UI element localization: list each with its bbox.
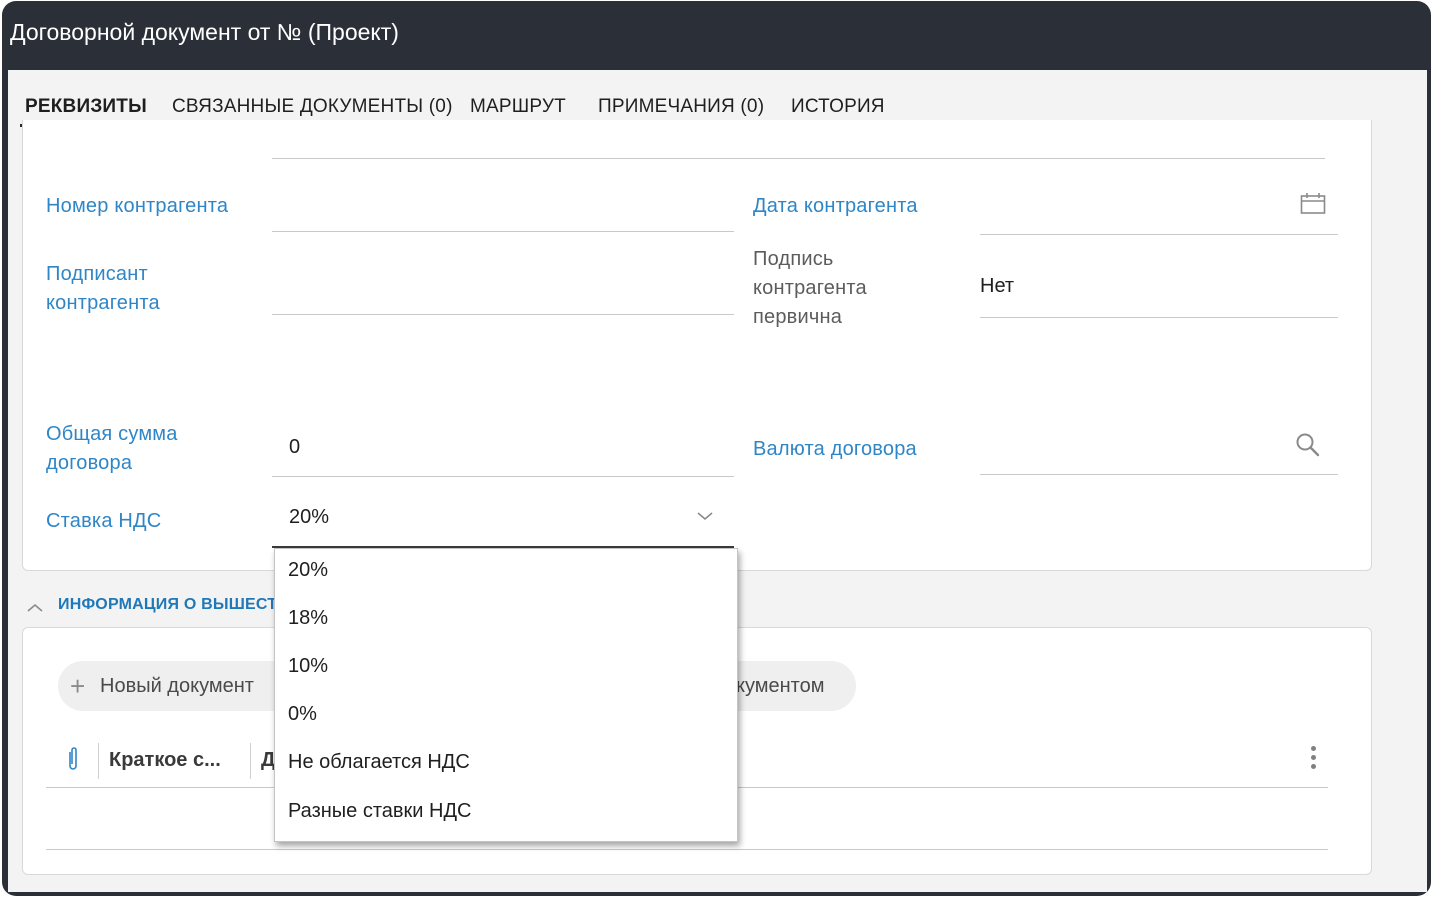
vat-rate-selected-value[interactable]: 20% — [289, 506, 329, 529]
app-window: Договорной документ от № (Проект) РЕКВИЗ… — [2, 1, 1431, 896]
document-content: РЕКВИЗИТЫ СВЯЗАННЫЕ ДОКУМЕНТЫ (0) МАРШРУ… — [8, 70, 1427, 892]
table-bottom-divider — [46, 849, 1328, 850]
vat-option-20[interactable]: 20% — [288, 559, 328, 582]
tab-history[interactable]: ИСТОРИЯ — [791, 96, 885, 118]
total-amount-label: Общая сумма договора — [46, 423, 178, 474]
calendar-icon[interactable] — [1300, 192, 1326, 216]
tab-notes[interactable]: ПРИМЕЧАНИЯ (0) — [598, 96, 764, 118]
field-underline-previous — [272, 158, 1325, 159]
window-title: Договорной документ от № (Проект) — [10, 19, 399, 45]
secondary-document-label: кументом — [736, 675, 825, 697]
counterparty-signer-label: Подписант контрагента — [46, 263, 160, 314]
column-separator — [98, 743, 99, 779]
column-header-short-content[interactable]: Краткое с... — [109, 749, 221, 772]
counterparty-signature-primary-value: Нет — [980, 275, 1015, 297]
paperclip-icon[interactable] — [66, 746, 80, 774]
total-amount-input[interactable] — [272, 476, 734, 477]
counterparty-number-input[interactable] — [272, 231, 734, 232]
new-document-button[interactable]: + Новый документ — [58, 661, 298, 711]
vat-rate-dropdown: 20% 18% 10% 0% Не облагается НДС Разные … — [274, 548, 738, 842]
vat-rate-label: Ставка НДС — [46, 510, 162, 532]
vat-option-18[interactable]: 18% — [288, 607, 328, 630]
counterparty-date-input[interactable] — [980, 234, 1338, 235]
vat-option-0[interactable]: 0% — [288, 703, 317, 726]
total-amount-value[interactable]: 0 — [289, 436, 300, 459]
requisites-card — [22, 120, 1372, 571]
counterparty-number-label: Номер контрагента — [46, 195, 229, 217]
contract-currency-label: Валюта договора — [753, 438, 917, 460]
vat-option-mixed[interactable]: Разные ставки НДС — [288, 800, 471, 823]
tab-requisites[interactable]: РЕКВИЗИТЫ — [25, 96, 147, 118]
counterparty-signer-input[interactable] — [272, 314, 734, 315]
contract-currency-input[interactable] — [980, 474, 1338, 475]
more-options-icon[interactable] — [1311, 746, 1317, 773]
counterparty-date-label: Дата контрагента — [753, 195, 918, 217]
counterparty-signature-primary-field — [980, 317, 1338, 318]
plus-icon: + — [70, 671, 86, 701]
counterparty-signature-primary-label: Подпись контрагента первична — [753, 248, 867, 328]
column-separator — [250, 743, 251, 779]
chevron-down-icon[interactable] — [696, 510, 714, 522]
chevron-up-icon[interactable] — [26, 602, 44, 614]
vat-option-exempt[interactable]: Не облагается НДС — [288, 751, 470, 774]
tab-route[interactable]: МАРШРУТ — [470, 96, 566, 118]
search-icon[interactable] — [1295, 432, 1321, 458]
new-document-label: Новый документ — [100, 675, 254, 697]
section-title[interactable]: ИНФОРМАЦИЯ О ВЫШЕСТО — [58, 596, 289, 614]
vat-option-10[interactable]: 10% — [288, 655, 328, 678]
tab-linked-documents[interactable]: СВЯЗАННЫЕ ДОКУМЕНТЫ (0) — [172, 96, 453, 118]
